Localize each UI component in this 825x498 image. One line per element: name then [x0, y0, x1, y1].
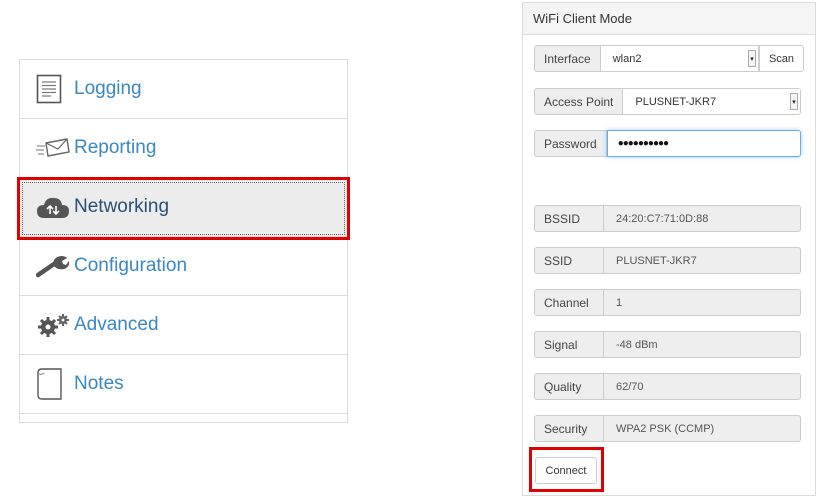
access-point-select[interactable]: PLUSNET-JKR7 ▾ — [623, 88, 801, 115]
nav-item-label: Networking — [74, 196, 170, 217]
info-row: Quality 62/70 — [534, 373, 801, 400]
chevron-down-icon: ▾ — [748, 50, 756, 67]
nav-item-reporting[interactable]: Reporting — [20, 119, 347, 178]
interface-value: wlan2 — [612, 52, 642, 65]
nav-item-logging[interactable]: Logging — [20, 60, 347, 119]
interface-label: Interface — [534, 45, 601, 72]
info-label: Channel — [534, 289, 604, 316]
wrench-icon — [36, 249, 72, 283]
info-label: SSID — [534, 247, 604, 274]
access-point-label: Access Point — [534, 88, 624, 115]
info-row: Security WPA2 PSK (CCMP) — [534, 415, 801, 442]
info-row: SSID PLUSNET-JKR7 — [534, 247, 801, 274]
info-row: BSSID 24:20:C7:71:0D:88 — [534, 205, 801, 232]
signal-value: -48 dBm — [604, 331, 801, 358]
nav-item-label: Advanced — [74, 314, 159, 335]
security-value: WPA2 PSK (CCMP) — [604, 415, 801, 442]
access-point-row: Access Point PLUSNET-JKR7 ▾ — [534, 88, 801, 115]
info-row: Signal -48 dBm — [534, 331, 801, 358]
info-label: BSSID — [534, 205, 604, 232]
wifi-client-panel: WiFi Client Mode Interface wlan2 ▾ Scan … — [522, 2, 816, 496]
connect-button[interactable]: Connect — [535, 457, 597, 484]
info-label: Quality — [534, 373, 604, 400]
quality-value: 62/70 — [604, 373, 801, 400]
chevron-down-icon: ▾ — [790, 93, 798, 110]
panel-title: WiFi Client Mode — [523, 3, 815, 35]
bssid-value: 24:20:C7:71:0D:88 — [604, 205, 801, 232]
envelope-send-icon — [36, 131, 72, 165]
nav-item-label: Notes — [74, 373, 124, 394]
nav-item-notes[interactable]: Notes — [20, 355, 347, 414]
interface-row: Interface wlan2 ▾ Scan — [534, 45, 804, 72]
channel-value: 1 — [604, 289, 801, 316]
nav-item-label: Logging — [74, 78, 142, 99]
nav-item-label: Reporting — [74, 137, 157, 158]
info-row: Channel 1 — [534, 289, 801, 316]
password-input[interactable]: ●●●●●●●●●● — [606, 130, 801, 157]
settings-nav-menu: Logging Reporting Networking Configurati… — [19, 59, 348, 423]
nav-item-networking[interactable]: Networking — [20, 178, 347, 237]
cloud-sync-icon — [36, 190, 72, 224]
interface-select[interactable]: wlan2 ▾ — [600, 45, 759, 72]
info-label: Security — [534, 415, 604, 442]
gears-icon — [36, 308, 72, 342]
page-icon — [36, 367, 72, 401]
info-label: Signal — [534, 331, 604, 358]
ssid-value: PLUSNET-JKR7 — [604, 247, 801, 274]
scan-button[interactable]: Scan — [759, 45, 804, 72]
nav-item-label: Configuration — [74, 255, 188, 276]
nav-item-advanced[interactable]: Advanced — [20, 296, 347, 355]
password-label: Password — [534, 130, 607, 157]
password-row: Password ●●●●●●●●●● — [534, 130, 801, 157]
access-point-value: PLUSNET-JKR7 — [635, 95, 717, 108]
document-lines-icon — [36, 72, 72, 106]
nav-item-configuration[interactable]: Configuration — [20, 237, 347, 296]
